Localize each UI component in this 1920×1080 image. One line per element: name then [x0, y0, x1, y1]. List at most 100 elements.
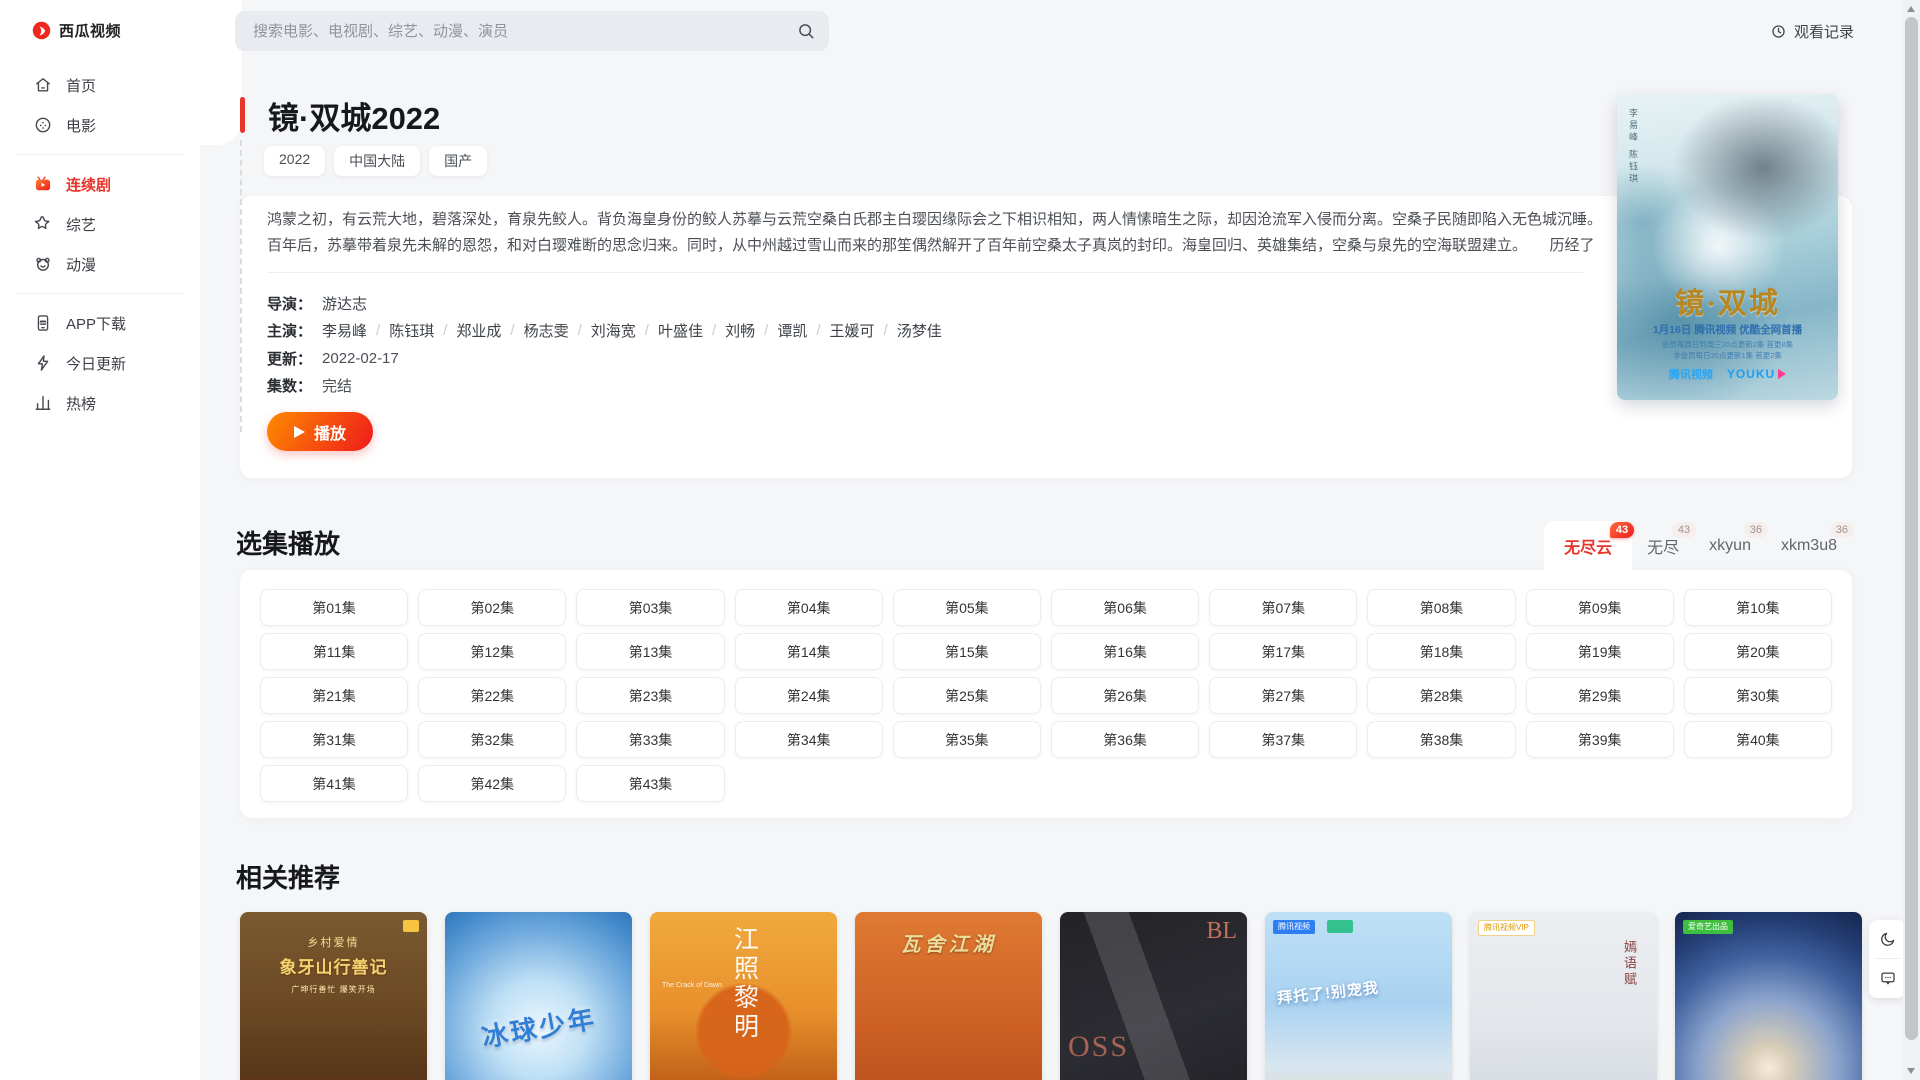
brand-name: 西瓜视频: [59, 20, 121, 41]
bar-chart-icon: [33, 393, 53, 413]
episode-button[interactable]: 第09集: [1526, 589, 1674, 626]
episode-button[interactable]: 第40集: [1684, 721, 1832, 758]
recommend-poster-washe-jianghu[interactable]: 瓦舍江湖: [855, 912, 1042, 1080]
feedback-button[interactable]: [1869, 959, 1906, 997]
platform-chip: 腾讯视频VIP: [1478, 920, 1535, 936]
episode-button[interactable]: 第35集: [893, 721, 1041, 758]
episode-button[interactable]: 第31集: [260, 721, 408, 758]
cast-link[interactable]: 叶盛佳: [658, 320, 703, 341]
episode-button[interactable]: 第27集: [1209, 677, 1357, 714]
sidebar-item-movies[interactable]: 电影: [0, 105, 200, 145]
episode-button[interactable]: 第28集: [1367, 677, 1515, 714]
episode-button[interactable]: 第32集: [418, 721, 566, 758]
director-name[interactable]: 游达志: [322, 293, 367, 314]
tab-source-xkm3u8[interactable]: xkm3u8 36: [1766, 521, 1852, 570]
episode-button[interactable]: 第02集: [418, 589, 566, 626]
sidebar-item-variety[interactable]: 综艺: [0, 204, 200, 244]
cast-link[interactable]: 李易峰: [322, 320, 367, 341]
episode-button[interactable]: 第10集: [1684, 589, 1832, 626]
sidebar-item-trending[interactable]: 热榜: [0, 383, 200, 423]
episode-button[interactable]: 第37集: [1209, 721, 1357, 758]
watch-history-button[interactable]: 观看记录: [1770, 18, 1854, 44]
recommend-poster-baituole-biechongwo[interactable]: 腾讯视频 拜托了!别宠我: [1265, 912, 1452, 1080]
episode-button[interactable]: 第03集: [576, 589, 724, 626]
recommend-poster-jiangzhao-liming[interactable]: 江照黎明 The Crack of Dawn: [650, 912, 837, 1080]
recommend-poster-yanyufu[interactable]: 腾讯视频VIP 嫣语赋: [1470, 912, 1657, 1080]
cast-link[interactable]: 刘畅: [725, 320, 755, 341]
tag-year[interactable]: 2022: [264, 146, 325, 176]
poster-credits: 李易峰 陈钰琪: [1627, 108, 1640, 186]
scrollbar-track[interactable]: [1903, 0, 1920, 1080]
cast-link[interactable]: 刘海宽: [591, 320, 636, 341]
watch-history-label: 观看记录: [1794, 21, 1854, 42]
dark-mode-button[interactable]: [1869, 920, 1906, 958]
episode-button[interactable]: 第15集: [893, 633, 1041, 670]
episode-button[interactable]: 第33集: [576, 721, 724, 758]
episode-button[interactable]: 第17集: [1209, 633, 1357, 670]
cast-link[interactable]: 郑业成: [456, 320, 501, 341]
episode-button[interactable]: 第19集: [1526, 633, 1674, 670]
episode-button[interactable]: 第25集: [893, 677, 1041, 714]
sidebar-item-anime[interactable]: 动漫: [0, 244, 200, 284]
episode-button[interactable]: 第22集: [418, 677, 566, 714]
cast-link[interactable]: 汤梦佳: [897, 320, 942, 341]
episode-button[interactable]: 第23集: [576, 677, 724, 714]
search-icon[interactable]: [796, 21, 816, 41]
watermelon-video-logo-icon: [31, 20, 52, 41]
episode-button[interactable]: 第39集: [1526, 721, 1674, 758]
cast-link[interactable]: 王媛可: [830, 320, 875, 341]
episode-button[interactable]: 第29集: [1526, 677, 1674, 714]
recommend-poster-bingqiu-shaonian[interactable]: 冰球少年: [445, 912, 632, 1080]
scrollbar-up-arrow[interactable]: [1907, 6, 1915, 12]
tag-category[interactable]: 国产: [429, 146, 487, 176]
episode-button[interactable]: 第36集: [1051, 721, 1199, 758]
series-poster[interactable]: 李易峰 陈钰琪 镜·双城 1月16日 腾讯视频 优酷全网首播 会员每周日到周三2…: [1617, 94, 1838, 400]
scrollbar-down-arrow[interactable]: [1907, 1068, 1915, 1074]
episode-button[interactable]: 第04集: [735, 589, 883, 626]
sidebar-item-app-download[interactable]: APP APP下载: [0, 303, 200, 343]
episode-button[interactable]: 第06集: [1051, 589, 1199, 626]
tag-region[interactable]: 中国大陆: [334, 146, 420, 176]
episode-button[interactable]: 第20集: [1684, 633, 1832, 670]
episode-button[interactable]: 第26集: [1051, 677, 1199, 714]
tab-source-wujinyun[interactable]: 无尽云 43: [1544, 521, 1632, 570]
play-button[interactable]: 播放: [267, 412, 373, 451]
episode-button[interactable]: 第12集: [418, 633, 566, 670]
episode-button[interactable]: 第11集: [260, 633, 408, 670]
episode-button[interactable]: 第05集: [893, 589, 1041, 626]
episode-button[interactable]: 第16集: [1051, 633, 1199, 670]
tab-source-xkyun[interactable]: xkyun 36: [1694, 521, 1766, 570]
episode-button[interactable]: 第18集: [1367, 633, 1515, 670]
scrollbar-thumb[interactable]: [1905, 17, 1918, 1040]
decorative-dashed-line: [240, 140, 242, 432]
episode-button[interactable]: 第24集: [735, 677, 883, 714]
episode-button[interactable]: 第14集: [735, 633, 883, 670]
search-input[interactable]: [235, 11, 829, 51]
episode-button[interactable]: 第34集: [735, 721, 883, 758]
cast-link[interactable]: 谭凯: [777, 320, 807, 341]
sidebar-item-series[interactable]: 连续剧: [0, 164, 200, 204]
sidebar-item-today-updates[interactable]: 今日更新: [0, 343, 200, 383]
episode-button[interactable]: 第08集: [1367, 589, 1515, 626]
episode-button[interactable]: 第13集: [576, 633, 724, 670]
episode-button[interactable]: 第21集: [260, 677, 408, 714]
episode-button[interactable]: 第41集: [260, 765, 408, 802]
search-bar[interactable]: [235, 11, 829, 51]
cast-link[interactable]: 陈钰琪: [389, 320, 434, 341]
recommend-poster-xiangcun-aiqing[interactable]: 乡村爱情 象牙山行善记 广坤行善忙 爆笑开场: [240, 912, 427, 1080]
recommend-poster-boss[interactable]: BL OSS: [1060, 912, 1247, 1080]
cast-separator: /: [376, 322, 380, 339]
poster-text: 嫣语赋: [1620, 940, 1639, 988]
brand-logo[interactable]: 西瓜视频: [31, 20, 200, 41]
recommend-poster-snowglobe[interactable]: 爱奇艺出品 Vacation of Love: [1675, 912, 1862, 1080]
episode-button[interactable]: 第42集: [418, 765, 566, 802]
episode-button[interactable]: 第01集: [260, 589, 408, 626]
episode-button[interactable]: 第30集: [1684, 677, 1832, 714]
episode-button[interactable]: 第43集: [576, 765, 724, 802]
tab-source-wujin[interactable]: 无尽 43: [1632, 521, 1694, 570]
cast-link[interactable]: 杨志雯: [524, 320, 569, 341]
update-label: 更新：: [267, 348, 312, 369]
sidebar-item-home[interactable]: 首页: [0, 65, 200, 105]
episode-button[interactable]: 第38集: [1367, 721, 1515, 758]
episode-button[interactable]: 第07集: [1209, 589, 1357, 626]
